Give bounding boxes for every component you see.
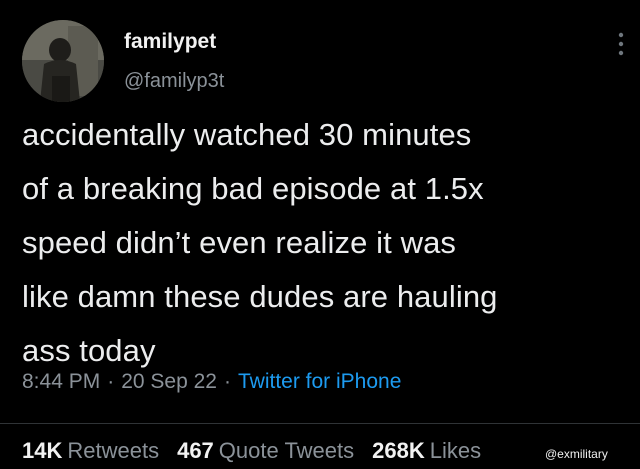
tweet-stats: 14K Retweets 467 Quote Tweets 268K Likes [22,438,499,464]
more-vertical-icon[interactable] [616,30,626,58]
likes-label: Likes [429,438,482,463]
avatar-image [22,20,104,102]
retweets-count: 14K [22,438,63,463]
tweet-source-link[interactable]: Twitter for iPhone [238,370,401,393]
tweet-time[interactable]: 8:44 PM [22,370,100,393]
tweet-text: accidentally watched 30 minutes of a bre… [22,108,632,378]
tweet-text-line: speed didn’t even realize it was [22,225,457,260]
meta-separator: · [223,370,231,393]
quote-tweets-stat[interactable]: 467 Quote Tweets [177,438,354,463]
quote-tweets-label: Quote Tweets [218,438,355,463]
quote-tweets-count: 467 [177,438,214,463]
tweet-text-line: of a breaking bad episode at 1.5x [22,171,484,206]
author-handle[interactable]: @familyp3t [124,70,224,93]
divider [0,423,640,424]
tweet-meta: 8:44 PM · 20 Sep 22 · Twitter for iPhone [22,370,401,394]
retweets-label: Retweets [67,438,160,463]
tweet-text-line: accidentally watched 30 minutes [22,117,472,152]
likes-count: 268K [372,438,425,463]
watermark: @exmilitary [545,447,608,461]
tweet-text-line: like damn these dudes are hauling [22,279,498,314]
tweet-date[interactable]: 20 Sep 22 [121,370,217,393]
likes-stat[interactable]: 268K Likes [372,438,481,463]
meta-separator: · [107,370,115,393]
retweets-stat[interactable]: 14K Retweets [22,438,159,463]
author-display-name[interactable]: familypet [124,30,216,54]
avatar[interactable] [22,20,104,102]
